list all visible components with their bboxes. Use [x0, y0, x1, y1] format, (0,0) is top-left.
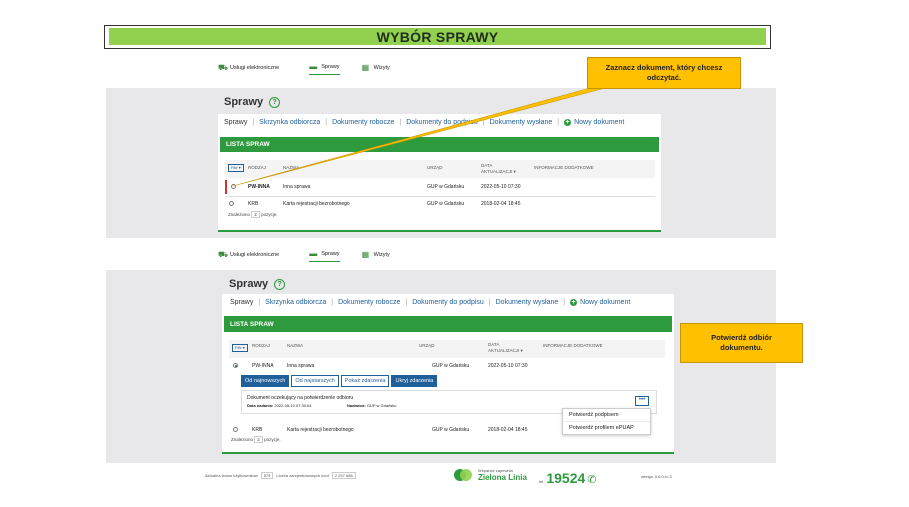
found-count: Znaleziono 2 pozycje. — [231, 436, 281, 443]
callout-select-document: Zaznacz dokument, który chcesz odczytać. — [587, 57, 741, 89]
callout1-pointer — [232, 81, 629, 187]
nav-bar-2: Sprawy | Skrzynka odbiorcza | Dokumenty ro… — [230, 299, 631, 306]
event-sort-segments: Od najnowszych Od najstarszych Pokaż zda… — [241, 375, 438, 387]
nav-robocze[interactable]: Dokumenty robocze — [338, 299, 400, 306]
card-bottom-line — [222, 452, 674, 454]
top-tabs-2: ⛟ Usługi elektroniczne ▬ Sprawy ▦ Wizyty — [218, 250, 390, 262]
more-actions-button[interactable]: ••• — [635, 396, 649, 406]
page-title: Sprawy? — [229, 278, 286, 290]
segment-show-events[interactable]: Pokaż zdarzenia — [340, 375, 390, 387]
app-version: wersja: 5.6.0-rc.3 — [641, 474, 672, 479]
nav-sprawy[interactable]: Sprawy — [230, 299, 253, 306]
nav-new-doc[interactable]: Nowy dokument — [580, 299, 630, 306]
menu-item-confirm-signature[interactable]: Potwierdź podpisem — [563, 409, 650, 421]
row-radio-selected[interactable] — [233, 363, 238, 368]
table-row[interactable]: KRB Karta rejestracji bezrobotnego GUP w… — [229, 424, 559, 436]
confirm-menu: Potwierdź podpisem Potwierdź profilem eP… — [562, 408, 651, 435]
tab-sprawy[interactable]: ▬ Sprawy — [309, 249, 340, 262]
nav-wyslane[interactable]: Dokumenty wysłane — [496, 299, 559, 306]
nav-do-podpisu[interactable]: Dokumenty do podpisu — [412, 299, 484, 306]
help-icon[interactable]: ? — [274, 278, 286, 290]
table-row-selected[interactable]: PW-INNA Inna sprawa GUP w Gdańsku 2022-0… — [229, 360, 665, 372]
row-radio[interactable] — [233, 427, 238, 432]
cart-icon: ⛟ — [218, 249, 229, 259]
table-header: Filtr ▾ RODZAJ NAZWA URZĄD DATA AKTUALIZ… — [229, 340, 665, 358]
segment-newest[interactable]: Od najnowszych — [241, 375, 290, 387]
nav-skrzynka[interactable]: Skrzynka odbiorcza — [265, 299, 326, 306]
calendar-icon: ▦ — [361, 249, 370, 259]
phone-number: tel. 19524 ✆ — [539, 470, 597, 486]
menu-item-confirm-epuap[interactable]: Potwierdź profilem ePUAP — [563, 421, 650, 434]
segment-hide-events[interactable]: Ukryj zdarzenia — [391, 375, 438, 387]
plus-icon: + — [570, 299, 578, 306]
callout-confirm-receipt: Potwierdź odbiór dokumentu. — [680, 323, 803, 363]
segment-oldest[interactable]: Od najstarszych — [291, 375, 339, 387]
phone-icon: ✆ — [587, 474, 597, 486]
green-line-icon — [454, 469, 472, 481]
footer-stats: Aktualna liczba użytkowników 575 Liczba … — [205, 472, 356, 479]
tab-wizyty[interactable]: ▦ Wizyty — [361, 249, 390, 262]
green-line-logo: Wsparcie zapewnia Zielona Linia — [453, 468, 527, 482]
tab-uslugi[interactable]: ⛟ Usługi elektroniczne — [218, 249, 279, 262]
list-header: LISTA SPRAW — [224, 316, 672, 332]
folder-icon: ▬ — [309, 249, 318, 258]
filter-button[interactable]: Filtr ▾ — [232, 344, 248, 352]
